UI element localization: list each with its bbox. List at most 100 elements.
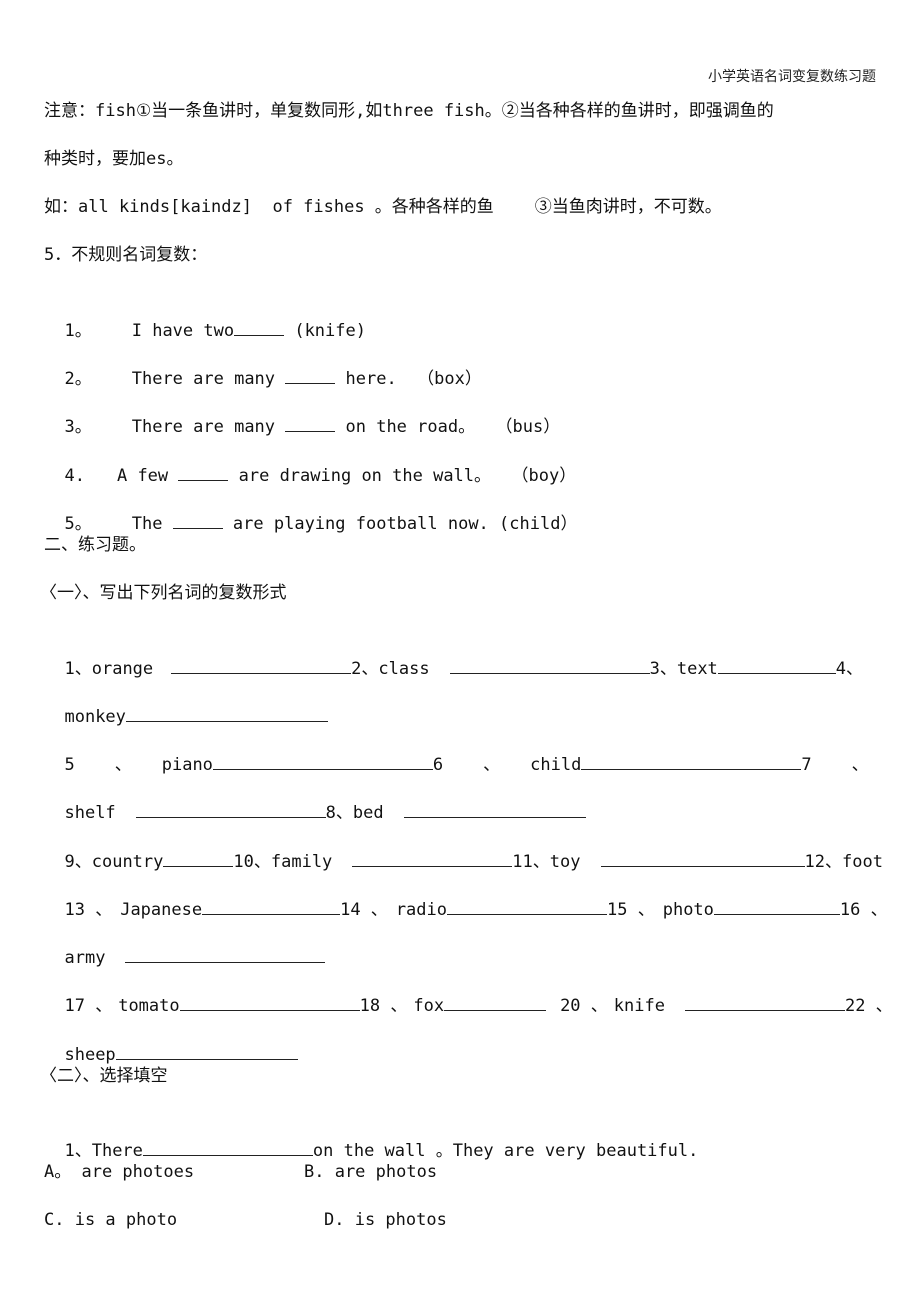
word-number: 5 [64,755,75,775]
word-number: 9、 [64,852,92,872]
answer-blank[interactable] [444,992,547,1011]
answer-blank[interactable] [212,751,433,770]
word: shelf [64,803,116,823]
word-number: 12、 [804,852,842,872]
word-number: 15 、 [607,900,655,920]
plural-row-1: 1、orange 2、class 3、text 4、 [44,629,863,679]
section-5-title: 5．不规则名词复数： [44,245,208,265]
word: child [530,755,582,775]
option-b[interactable]: B. are photos [304,1159,437,1185]
word: sheep [64,1045,116,1065]
separator: 、 [851,755,869,775]
word-number: 17 、 [64,996,113,1016]
word: fox [413,996,445,1016]
answer-blank[interactable] [403,799,586,818]
answer-blank[interactable] [713,896,840,915]
note-line-2: 种类时，要加es。 [44,149,184,169]
word: tomato [118,996,180,1016]
answer-blank[interactable] [202,896,341,915]
word: orange [91,659,154,679]
separator: 、 [114,755,132,775]
answer-blank[interactable] [172,510,223,529]
answer-blank[interactable] [142,1137,313,1156]
irregular-item-1: 1。 I have two (knife) [44,291,366,341]
word: knife [613,996,665,1016]
irregular-item-2: 2。 There are many here. （box） [44,339,481,389]
plural-row-2: monkey [44,677,328,727]
word-number: 14 、 [340,900,388,920]
word-number: 4、 [835,659,864,679]
word: family [270,852,333,872]
item-text: I have two [131,321,235,341]
word: Japanese [120,900,203,920]
answer-blank[interactable] [125,703,328,722]
option-a[interactable]: A。 are photoes [44,1159,194,1185]
item-hint: are drawing on the wall。 （boy） [228,466,577,486]
word: text [676,659,718,679]
answer-blank[interactable] [600,848,805,867]
item-text: There are many [131,417,286,437]
plural-row-7: army [44,918,326,968]
word: bed [352,803,384,823]
item-hint: (knife) [284,321,366,341]
word: country [91,852,164,872]
answer-blank[interactable] [352,848,513,867]
page-header-title: 小学英语名词变复数练习题 [708,69,876,85]
word: monkey [64,707,126,727]
item-number: 5。 [64,514,92,534]
answer-blank[interactable] [115,1041,298,1060]
answer-blank[interactable] [125,944,326,963]
word-number: 1、 [64,659,92,679]
choice-question-1: 1、There on the wall 。They are very beauti… [44,1111,698,1161]
answer-blank[interactable] [171,655,352,674]
question-stem: 1、There [64,1141,143,1161]
plural-row-8: 17 、 tomato 18 、 fox 20 、 knife 22 、 [44,966,892,1016]
word-number: 22 、 [844,996,893,1016]
word-number: 2、 [351,659,379,679]
word: photo [662,900,714,920]
word: army [64,948,106,968]
irregular-item-4: 4. A few are drawing on the wall。 （boy） [44,436,576,486]
answer-blank[interactable] [179,992,360,1011]
exercises-title: 二、练习题。 [44,535,146,555]
option-d[interactable]: D. is photos [324,1207,447,1233]
word-number: 10、 [233,852,271,872]
plural-row-5: 9、country 10、family 11、toy 12、foot [44,822,882,872]
answer-blank[interactable] [581,751,802,770]
answer-blank[interactable] [449,655,650,674]
word-number: 8、 [325,803,353,823]
word-number: 20 、 [560,996,608,1016]
plural-row-6: 13 、 Japanese 14 、 radio 15 、 photo 16 、 [44,870,887,920]
part-2-title: 〈二〉、选择填空 [40,1066,168,1086]
word: radio [395,900,447,920]
plural-row-4: shelf 8、bed [44,773,586,823]
option-c[interactable]: C. is a photo [44,1207,177,1233]
answer-blank[interactable] [285,413,336,432]
answer-blank[interactable] [234,317,285,336]
note-line-1: 注意：fish①当一条鱼讲时，单复数同形,如three fish。②当各种各样的… [44,101,774,121]
answer-blank[interactable] [684,992,845,1011]
item-hint: here. （box） [335,369,482,389]
answer-blank[interactable] [717,655,836,674]
answer-blank[interactable] [135,799,326,818]
word: foot [841,852,883,872]
word-number: 13 、 [64,900,113,920]
answer-blank[interactable] [178,462,229,481]
item-number: 2。 [64,369,92,389]
irregular-item-5: 5。 The are playing football now. (child） [44,484,577,534]
item-text: A few [116,466,179,486]
question-stem-end: on the wall 。They are very beautiful. [312,1141,699,1161]
answer-blank[interactable] [163,848,234,867]
item-number: 4. [64,466,85,486]
item-text: The [131,514,173,534]
word-number: 16 、 [839,900,888,920]
note-line-3: 如：all kinds[kaindz] of fishes 。各种各样的鱼 ③当… [44,197,722,217]
plural-row-9: sheep [44,1015,298,1065]
item-hint: are playing football now. (child） [222,514,578,534]
part-1-title: 〈一〉、写出下列名词的复数形式 [40,583,287,603]
answer-blank[interactable] [447,896,607,915]
word: toy [549,852,581,872]
answer-blank[interactable] [285,365,336,384]
item-number: 3。 [64,417,92,437]
word: piano [161,755,213,775]
